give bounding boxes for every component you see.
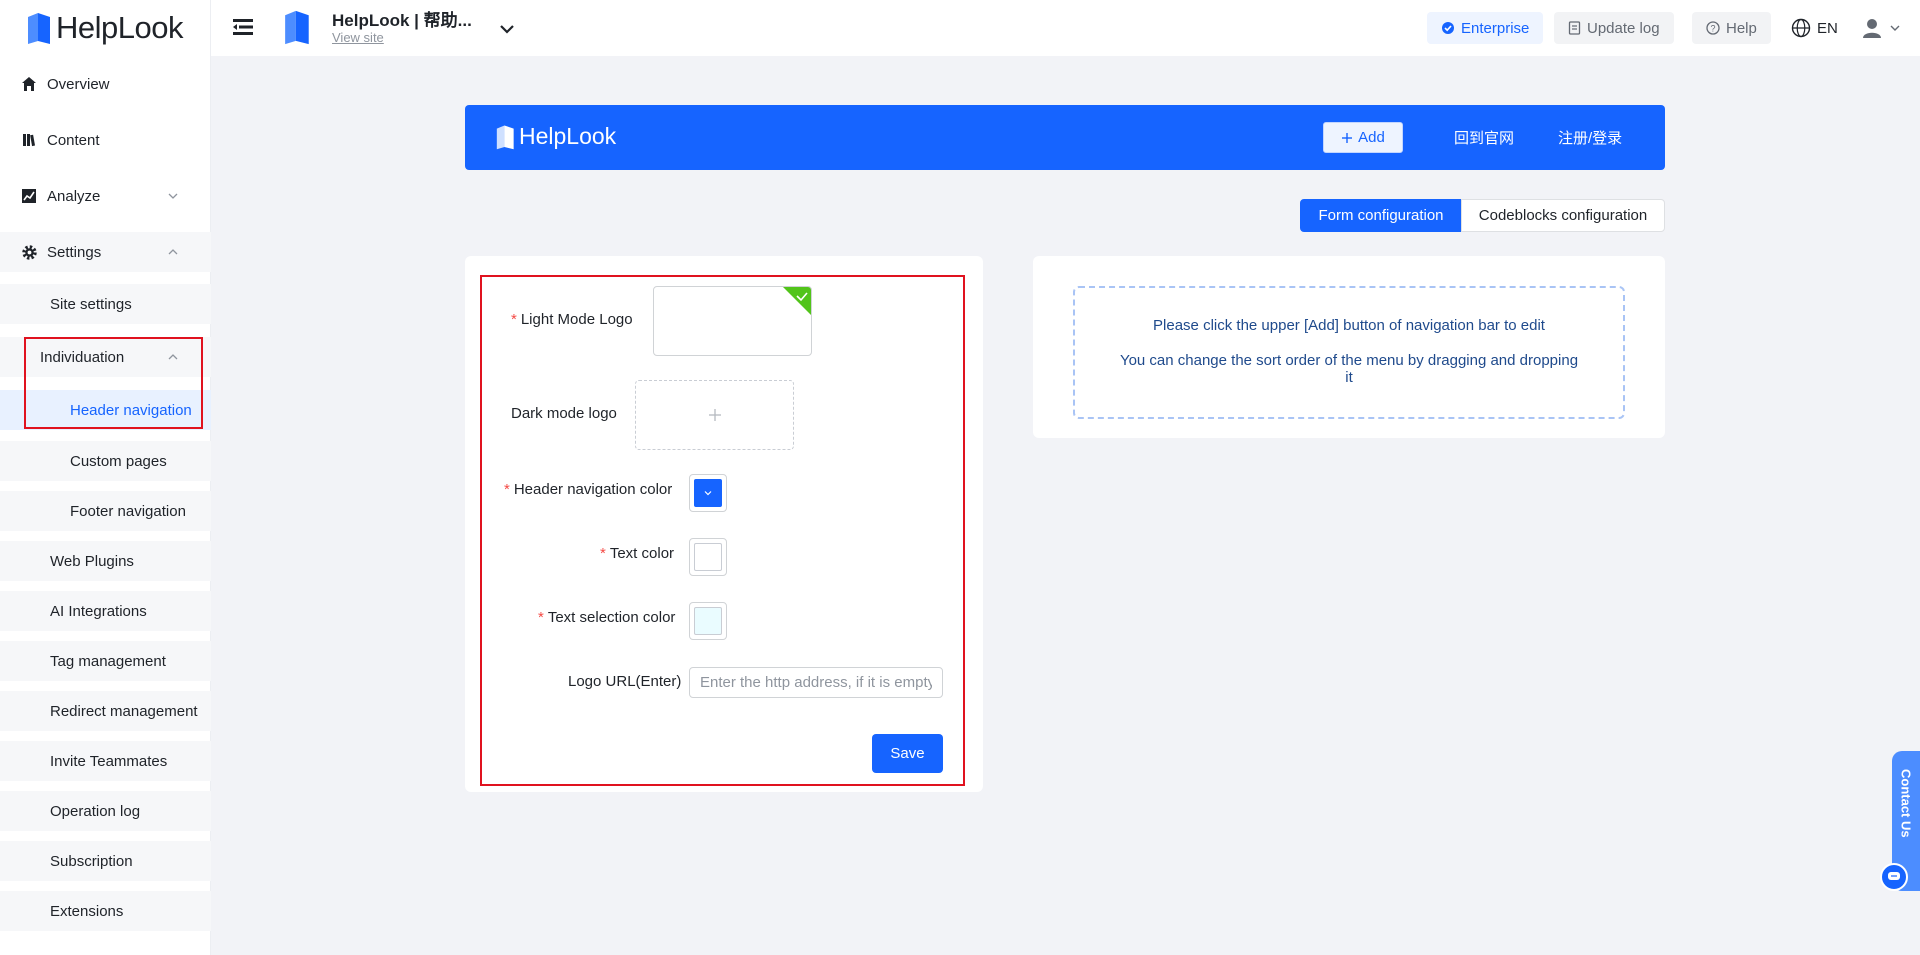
site-switch-chevron-icon[interactable] — [498, 20, 516, 38]
sidebar-item-web-plugins[interactable]: Web Plugins — [0, 541, 211, 581]
message-icon — [1888, 872, 1900, 880]
preview-add-label: Add — [1358, 129, 1385, 146]
language-switcher[interactable]: EN — [1791, 12, 1838, 44]
gear-icon — [20, 243, 38, 261]
hint-line-2: You can change the sort order of the men… — [1119, 352, 1579, 386]
sidebar-item-label: Extensions — [50, 902, 124, 920]
chevron-down-icon — [1890, 25, 1900, 31]
dark-logo-label: Dark mode logo — [511, 405, 617, 422]
topbar: HelpLook | 帮助... View site Enterprise Up… — [211, 0, 1920, 56]
help-icon: ? — [1706, 21, 1720, 35]
sidebar-item-footer-navigation[interactable]: Footer navigation — [0, 491, 211, 531]
home-icon — [20, 75, 38, 93]
sidebar-item-operation-log[interactable]: Operation log — [0, 791, 211, 831]
brand-name: HelpLook — [56, 10, 183, 45]
sidebar-item-label: Footer navigation — [70, 502, 186, 520]
sidebar-item-site-settings[interactable]: Site settings — [0, 284, 211, 324]
header-color-swatch — [694, 479, 722, 507]
sidebar-item-ai-integrations[interactable]: AI Integrations — [0, 591, 211, 631]
hint-box: Please click the upper [Add] button of n… — [1073, 286, 1625, 419]
update-log-label: Update log — [1587, 19, 1660, 37]
update-log-button[interactable]: Update log — [1554, 12, 1674, 44]
sidebar-item-custom-pages[interactable]: Custom pages — [0, 441, 211, 481]
text-color-swatch — [694, 543, 722, 571]
selection-color-label: * Text selection color — [538, 609, 676, 626]
sidebar-item-subscription[interactable]: Subscription — [0, 841, 211, 881]
logo-url-input[interactable] — [689, 667, 943, 698]
book-icon — [20, 131, 38, 149]
text-color-picker[interactable] — [689, 538, 727, 576]
selection-color-picker[interactable] — [689, 602, 727, 640]
sidebar-item-label: Content — [47, 131, 100, 149]
sidebar-item-invite-teammates[interactable]: Invite Teammates — [0, 741, 211, 781]
sidebar-item-content[interactable]: Content — [0, 120, 211, 160]
tab-form-configuration[interactable]: Form configuration — [1300, 199, 1462, 232]
sidebar-item-redirect-management[interactable]: Redirect management — [0, 691, 211, 731]
help-button[interactable]: ? Help — [1692, 12, 1771, 44]
sidebar-item-label: Overview — [47, 75, 110, 93]
chevron-down-icon — [704, 491, 712, 496]
text-color-label: * Text color — [600, 545, 675, 562]
language-label: EN — [1817, 19, 1838, 37]
chevron-up-icon — [168, 249, 178, 255]
user-avatar-icon — [1863, 19, 1881, 38]
sidebar-item-extensions[interactable]: Extensions — [0, 891, 211, 931]
sidebar-item-label: AI Integrations — [50, 602, 147, 620]
preview-logo: HelpLook — [495, 123, 616, 150]
chat-icon[interactable] — [1880, 863, 1908, 891]
sidebar-item-label: Web Plugins — [50, 552, 134, 570]
sidebar-item-overview[interactable]: Overview — [0, 64, 211, 104]
sidebar: HelpLook Overview Content Analyze Settin… — [0, 0, 211, 955]
sidebar-item-label: Tag management — [50, 652, 166, 670]
preview-add-button[interactable]: Add — [1323, 122, 1403, 153]
sidebar-item-tag-management[interactable]: Tag management — [0, 641, 211, 681]
view-site-link[interactable]: View site — [332, 30, 384, 45]
selection-color-swatch — [694, 607, 722, 635]
sidebar-item-analyze[interactable]: Analyze — [0, 176, 211, 216]
contact-us-label: Contact Us — [1898, 769, 1914, 838]
sidebar-item-label: Settings — [47, 243, 102, 261]
light-logo-upload[interactable] — [653, 286, 812, 356]
help-label: Help — [1726, 19, 1757, 37]
sidebar-item-label: Analyze — [47, 187, 101, 205]
helplook-logo-icon — [28, 13, 50, 44]
uploaded-check-icon — [783, 287, 811, 315]
dark-logo-upload[interactable] — [635, 380, 794, 450]
svg-text:?: ? — [1710, 24, 1715, 34]
tab-codeblocks-configuration[interactable]: Codeblocks configuration — [1461, 199, 1665, 232]
save-button[interactable]: Save — [872, 734, 943, 773]
hint-line-1: Please click the upper [Add] button of n… — [1153, 317, 1545, 334]
sidebar-item-label: Operation log — [50, 802, 141, 820]
preview-logo-text: HelpLook — [519, 123, 617, 149]
chart-icon — [20, 187, 38, 205]
brand-logo[interactable]: HelpLook — [26, 8, 183, 48]
globe-icon — [1791, 18, 1811, 38]
verified-icon — [1442, 22, 1454, 34]
menu-toggle-icon[interactable] — [233, 17, 255, 37]
plus-icon — [1342, 132, 1353, 143]
sidebar-item-settings[interactable]: Settings — [0, 232, 211, 272]
header-navigation-preview: HelpLook Add 回到官网 注册/登录 — [465, 105, 1665, 170]
preview-link-home[interactable]: 回到官网 — [1454, 127, 1514, 148]
sidebar-item-label: Subscription — [50, 852, 133, 870]
highlight-box — [24, 337, 203, 429]
user-menu[interactable] — [1861, 12, 1901, 44]
preview-link-login[interactable]: 注册/登录 — [1558, 127, 1622, 148]
logo-url-label: Logo URL(Enter) — [568, 673, 682, 690]
header-color-picker[interactable] — [689, 474, 727, 512]
sidebar-item-label: Site settings — [50, 295, 132, 313]
enterprise-label: Enterprise — [1461, 19, 1530, 37]
light-logo-label: * Light Mode Logo — [511, 311, 633, 328]
header-color-label: * Header navigation color — [504, 481, 673, 498]
sidebar-item-label: Custom pages — [70, 452, 167, 470]
sidebar-item-label: Redirect management — [50, 702, 198, 720]
document-icon — [1568, 21, 1581, 35]
enterprise-badge[interactable]: Enterprise — [1427, 12, 1544, 44]
sidebar-item-label: Invite Teammates — [50, 752, 168, 770]
helplook-logo-icon — [496, 125, 514, 149]
chevron-down-icon — [168, 193, 178, 199]
site-logo-icon — [285, 10, 309, 45]
plus-icon — [708, 409, 721, 421]
site-name: HelpLook | 帮助... — [332, 11, 472, 30]
